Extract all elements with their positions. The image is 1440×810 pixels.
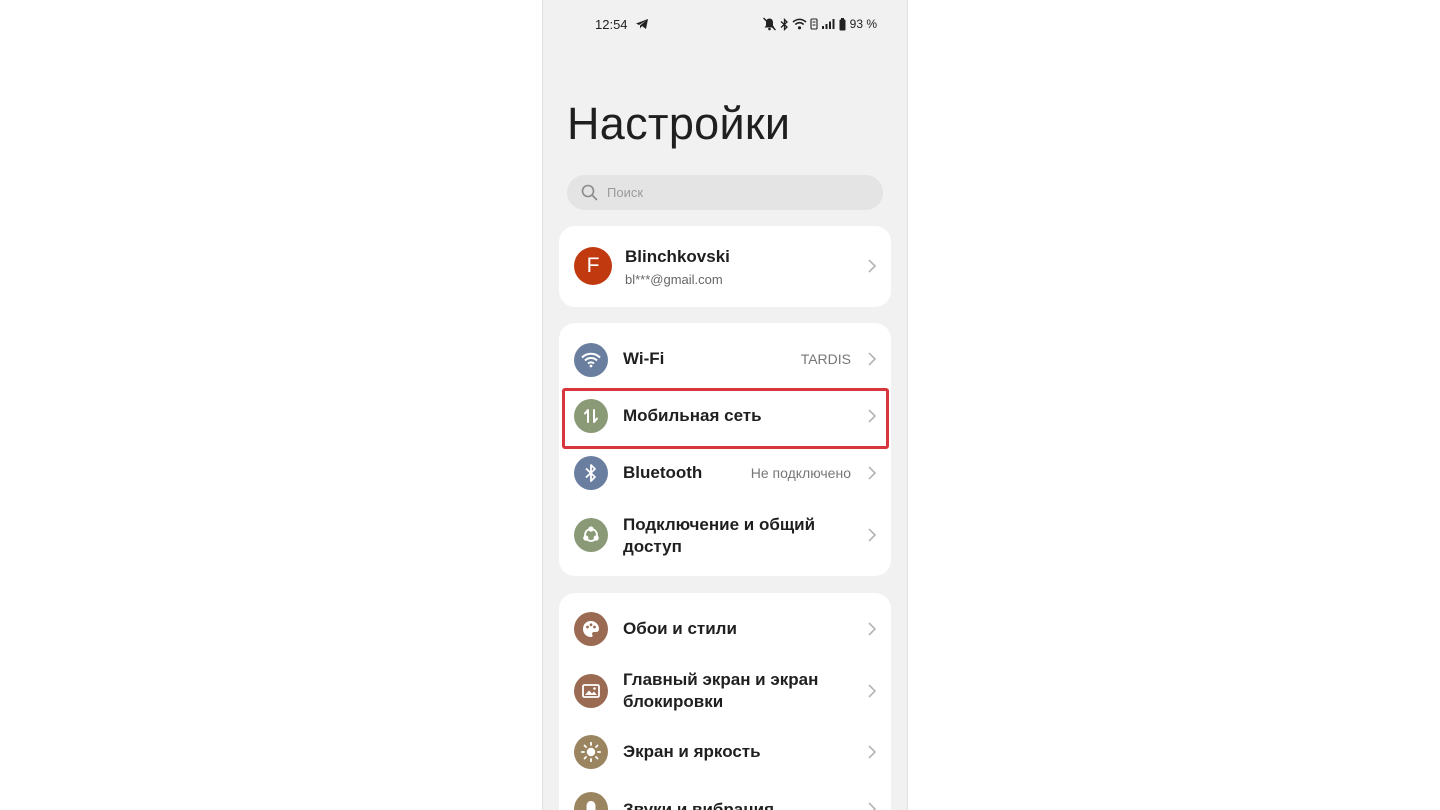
settings-item-label: Звуки и вибрация <box>623 800 775 810</box>
bluetooth-status-icon <box>780 17 788 31</box>
display-settings-group: Обои и стили Главный экран и экран блоки… <box>559 593 891 810</box>
settings-item-label: Обои и стили <box>623 619 737 638</box>
chevron-right-icon <box>868 745 877 759</box>
account-name: Blinchkovski <box>625 247 730 266</box>
account-card[interactable]: F Blinchkovski bl***@gmail.com <box>559 226 891 307</box>
battery-icon <box>839 17 846 30</box>
status-bar: 12:54 93 % <box>543 14 907 36</box>
settings-item-wallpapers[interactable]: Обои и стили <box>559 603 891 655</box>
highlight-frame <box>562 388 889 449</box>
wifi-network-name: TARDIS <box>800 351 851 367</box>
status-time: 12:54 <box>595 17 628 32</box>
chevron-right-icon <box>868 466 877 480</box>
settings-item-label: Bluetooth <box>623 463 703 482</box>
bluetooth-status: Не подключено <box>750 465 851 481</box>
page-title: Настройки <box>567 98 791 149</box>
avatar: F <box>574 247 612 285</box>
settings-item-label: Wi-Fi <box>623 349 665 368</box>
settings-item-bluetooth[interactable]: Bluetooth Не подключено <box>559 449 891 501</box>
chevron-right-icon <box>868 528 877 542</box>
settings-item-sounds-vibration[interactable]: Звуки и вибрация <box>559 779 891 810</box>
settings-item-label: Подключение и общий доступ <box>623 515 816 556</box>
palette-icon <box>574 612 608 646</box>
wifi-status-icon <box>792 18 807 30</box>
share-icon <box>574 518 608 552</box>
settings-item-label: Главный экран и экран блокировки <box>623 670 819 711</box>
bluetooth-icon <box>574 456 608 490</box>
settings-item-display-brightness[interactable]: Экран и яркость <box>559 725 891 779</box>
account-email: bl***@gmail.com <box>625 272 723 287</box>
chevron-right-icon <box>868 802 877 810</box>
search-input[interactable] <box>607 175 867 210</box>
wifi-icon <box>574 343 608 377</box>
settings-item-label: Экран и яркость <box>623 742 761 761</box>
settings-item-home-lock-screen[interactable]: Главный экран и экран блокировки <box>559 655 891 725</box>
chevron-right-icon <box>868 684 877 698</box>
volte-icon <box>810 18 818 30</box>
search-icon <box>581 184 598 201</box>
status-icons: 93 % <box>762 16 877 32</box>
signal-icon <box>821 19 835 29</box>
search-bar[interactable] <box>567 175 883 210</box>
network-settings-group: Wi-Fi TARDIS Мобильная сеть Bluetooth Не… <box>559 323 891 576</box>
chevron-right-icon <box>868 259 877 273</box>
image-icon <box>574 674 608 708</box>
chevron-right-icon <box>868 352 877 366</box>
mute-icon <box>762 17 776 31</box>
bell-icon <box>574 792 608 810</box>
telegram-icon <box>636 19 648 29</box>
battery-percent: 93 % <box>849 17 877 31</box>
settings-item-connection-sharing[interactable]: Подключение и общий доступ <box>559 501 891 571</box>
brightness-icon <box>574 735 608 769</box>
chevron-right-icon <box>868 622 877 636</box>
settings-item-wifi[interactable]: Wi-Fi TARDIS <box>559 331 891 388</box>
phone-screen: 12:54 93 % Настройки Поиск F Blinchkovsk… <box>542 0 908 810</box>
